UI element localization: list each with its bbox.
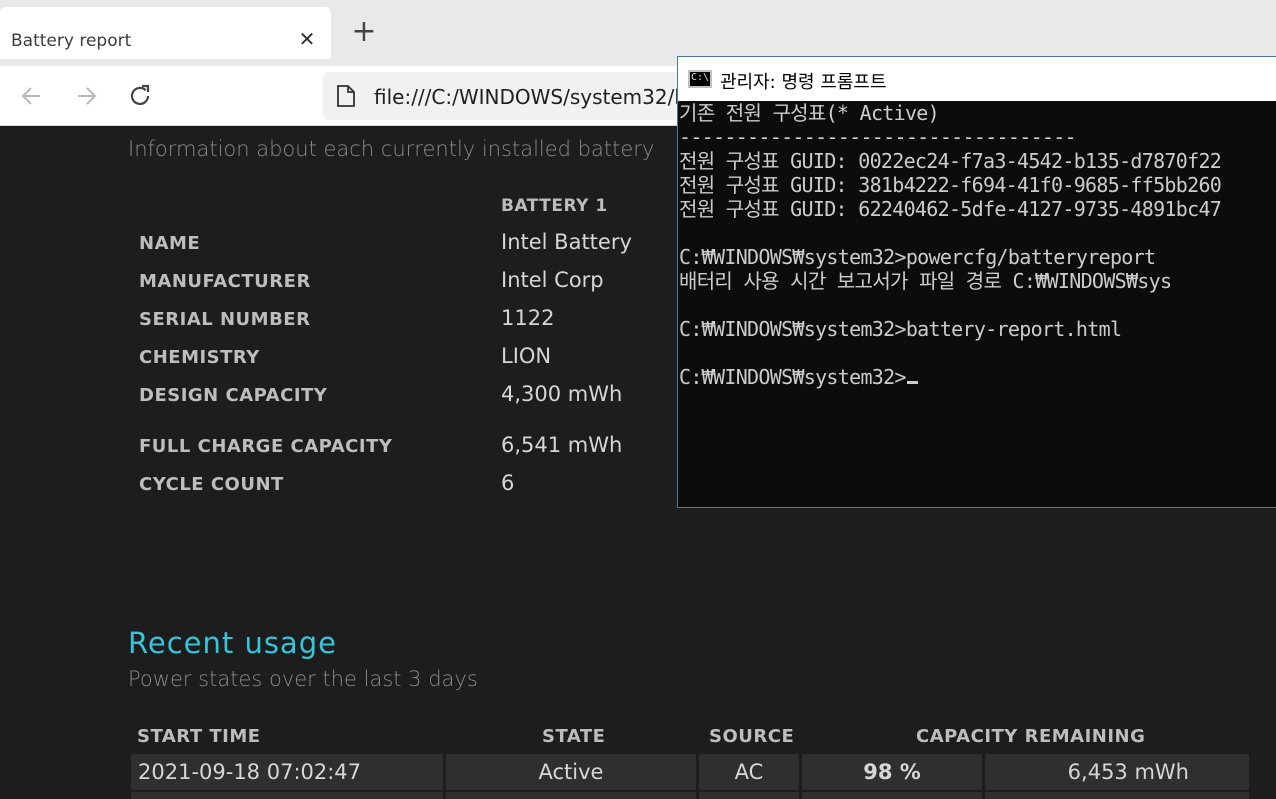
reload-icon[interactable] [126,82,154,110]
spec-label: CYCLE COUNT [139,474,284,495]
console-line: C:₩WINDOWS₩system32>powercfg/batteryrepo… [679,245,1156,269]
spec-label: DESIGN CAPACITY [139,385,328,406]
console-line: 전원 구성표 GUID: 62240462-5dfe-4127-9735-489… [679,197,1222,221]
column-header-start-time: START TIME [137,726,261,747]
spec-label: MANUFACTURER [139,271,311,292]
table-row-partial [446,792,696,799]
spec-label: CHEMISTRY [139,347,260,368]
spec-value: 1122 [501,306,555,330]
new-tab-button[interactable]: + [350,17,378,47]
command-prompt-icon: C:\ [688,70,712,88]
text-cursor [906,381,918,384]
installed-batteries-subtitle: Information about each currently install… [128,137,655,161]
cmd-console[interactable]: 기존 전원 구성표(* Active) --------------------… [678,101,1276,507]
console-line: 전원 구성표 GUID: 0022ec24-f7a3-4542-b135-d78… [679,149,1222,173]
command-prompt-window[interactable]: C:\ 관리자: 명령 프롬프트 기존 전원 구성표(* Active) ---… [677,56,1276,508]
spec-label: NAME [139,233,201,254]
spec-value: LION [501,344,552,368]
battery-column-header: BATTERY 1 [501,196,608,216]
spec-label: SERIAL NUMBER [139,309,311,330]
close-tab-icon[interactable]: ✕ [296,28,318,50]
console-line: C:₩WINDOWS₩system32>battery-report.html [679,317,1122,341]
arrow-left-icon[interactable] [18,82,46,110]
column-header-source: SOURCE [709,726,795,747]
console-line: 전원 구성표 GUID: 381b4222-f694-41f0-9685-ff5… [679,173,1222,197]
column-header-state: STATE [542,726,606,747]
table-row-partial [699,792,799,799]
cell-start-time: 2021-09-18 07:02:47 [131,754,443,790]
table-row-partial [802,792,982,799]
recent-usage-title: Recent usage [128,626,337,660]
browser-tab[interactable]: Battery report ✕ [0,7,331,59]
cell-source: AC [699,754,799,790]
recent-usage-subtitle: Power states over the last 3 days [128,667,478,691]
cmd-title-bar[interactable]: C:\ 관리자: 명령 프롬프트 [678,57,1276,101]
cell-capacity-percent: 98 % [802,754,982,790]
console-line: 기존 전원 구성표(* Active) [679,101,940,125]
spec-value: Intel Corp [501,268,604,292]
console-prompt: C:₩WINDOWS₩system32> [679,365,907,389]
arrow-right-icon[interactable] [72,82,100,110]
spec-value: Intel Battery [501,230,632,254]
console-line: 배터리 사용 시간 보고서가 파일 경로 C:₩WINDOWS₩sys [679,269,1172,293]
column-header-capacity-remaining: CAPACITY REMAINING [916,726,1146,747]
spec-label: FULL CHARGE CAPACITY [139,436,393,457]
spec-value: 6,541 mWh [501,433,623,457]
spec-value: 4,300 mWh [501,382,623,406]
cell-state: Active [446,754,696,790]
spec-value: 6 [501,471,515,495]
console-prompt-line: C:₩WINDOWS₩system32> [679,365,918,389]
cmd-window-title: 관리자: 명령 프롬프트 [720,72,887,93]
file-icon [337,85,355,107]
tab-title: Battery report [11,31,132,51]
table-row-partial [985,792,1249,799]
console-line: ----------------------------------- [679,125,1077,149]
cell-capacity-mwh: 6,453 mWh [985,754,1249,790]
table-row-partial [131,792,443,799]
